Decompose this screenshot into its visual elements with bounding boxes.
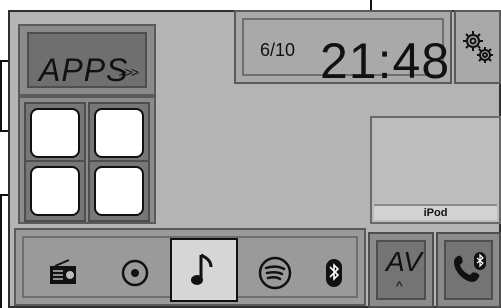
app-shortcut-group <box>18 96 156 224</box>
app-shortcut-slot[interactable] <box>24 102 86 164</box>
source-disc-button[interactable] <box>110 244 160 302</box>
bluetooth-icon <box>326 259 342 287</box>
clock-date: 6/10 <box>260 40 296 60</box>
clock-widget[interactable]: 6/10 21:48 <box>234 10 452 89</box>
source-spotify-button[interactable] <box>250 244 300 302</box>
head-unit-home-screen: APPS >>> 6/10 21:48 iPod AV ^ <box>0 0 501 308</box>
app-tile <box>30 166 80 216</box>
app-shortcut-slot[interactable] <box>88 160 150 222</box>
phone-button[interactable] <box>436 232 501 308</box>
callout-line <box>0 62 2 130</box>
source-radio-button[interactable] <box>38 244 88 302</box>
apps-label: APPS <box>39 52 129 88</box>
clock-time: 21:48 <box>320 33 451 89</box>
source-music-button[interactable] <box>170 238 238 302</box>
now-playing-panel[interactable]: iPod <box>370 116 501 224</box>
disc-icon <box>121 259 149 287</box>
source-bluetooth-button[interactable] <box>314 244 354 302</box>
phone-button-face <box>444 240 493 300</box>
apps-button-face: APPS >>> <box>27 32 147 88</box>
callout-line <box>0 196 2 308</box>
app-tile <box>30 108 80 158</box>
app-shortcut-slot[interactable] <box>88 102 150 164</box>
radio-icon <box>50 259 76 284</box>
source-bar-frame <box>22 236 358 302</box>
av-button-face: AV ^ <box>376 240 426 300</box>
apps-chevrons: >>> <box>118 64 138 80</box>
source-bar <box>14 228 366 306</box>
phone-bluetooth-icon <box>453 252 486 282</box>
av-caret: ^ <box>396 278 403 294</box>
clock-frame: 6/10 21:48 <box>242 18 449 89</box>
app-tile <box>94 166 144 216</box>
settings-button[interactable] <box>454 10 501 84</box>
music-note-icon <box>191 253 213 285</box>
apps-button[interactable]: APPS >>> <box>18 24 156 96</box>
av-button[interactable]: AV ^ <box>368 232 434 308</box>
spotify-icon <box>258 256 292 290</box>
app-shortcut-slot[interactable] <box>24 160 86 222</box>
app-tile <box>94 108 144 158</box>
av-label: AV <box>386 246 422 277</box>
source-name: iPod <box>374 204 497 220</box>
settings-gears-icon <box>462 31 493 63</box>
